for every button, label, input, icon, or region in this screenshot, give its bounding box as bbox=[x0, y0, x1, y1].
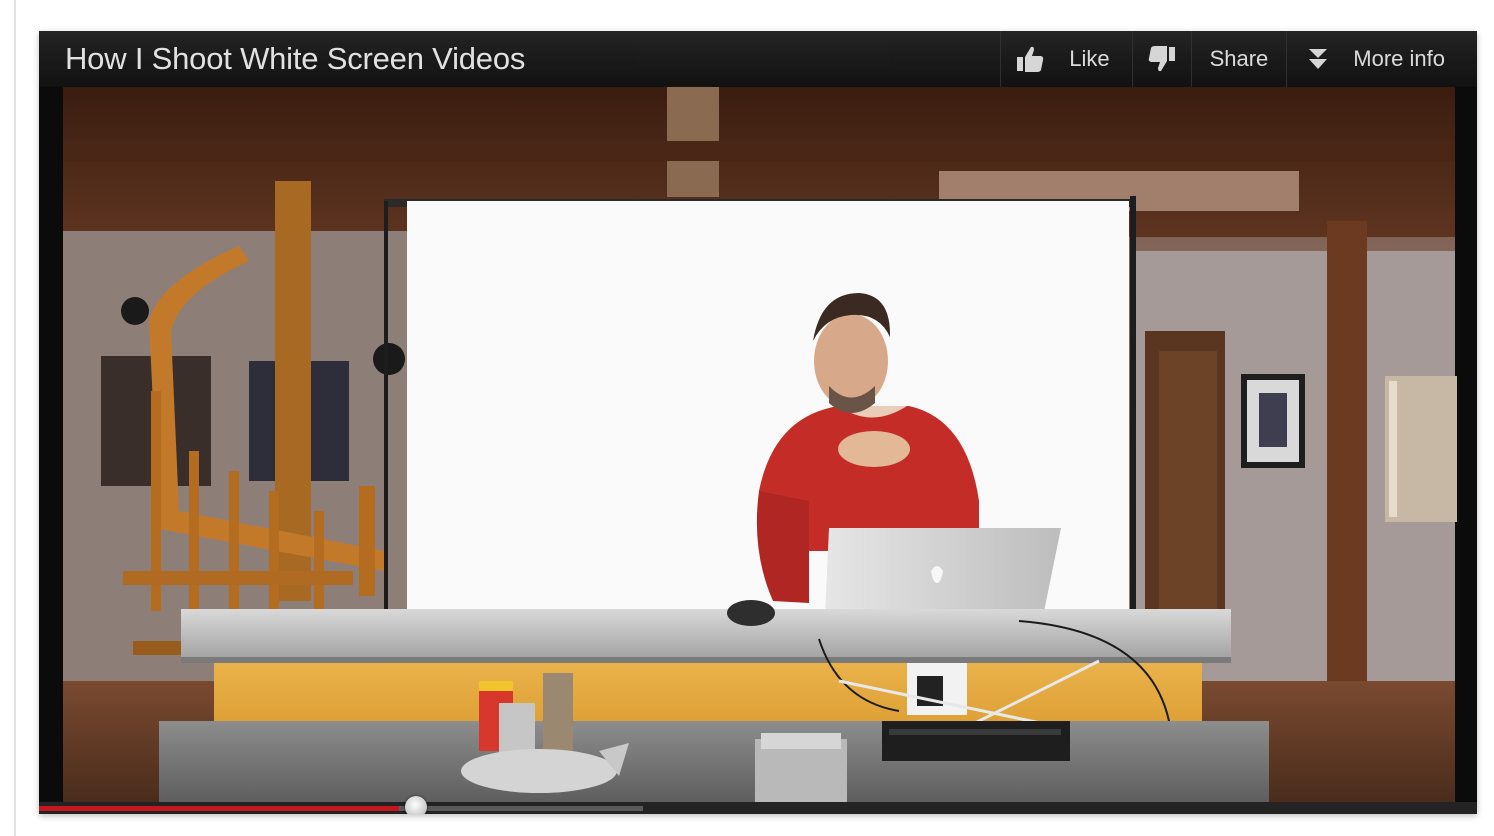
thumbs-down-icon bbox=[1147, 44, 1177, 74]
more-info-label: More info bbox=[1353, 46, 1445, 71]
player-title-bar: How I Shoot White Screen Videos Like Sha… bbox=[39, 31, 1477, 87]
double-chevron-down-icon bbox=[1307, 47, 1329, 71]
share-label: Share bbox=[1209, 46, 1269, 71]
player-actions: Like Share More info bbox=[1000, 31, 1477, 87]
dislike-button[interactable] bbox=[1131, 31, 1191, 87]
progress-scrubber-handle[interactable] bbox=[404, 796, 427, 814]
video-player[interactable]: How I Shoot White Screen Videos Like Sha… bbox=[39, 31, 1477, 814]
like-button[interactable]: Like bbox=[1000, 31, 1131, 87]
video-progress-bar[interactable] bbox=[39, 796, 1477, 814]
progress-played bbox=[39, 806, 399, 811]
more-info-button[interactable]: More info bbox=[1286, 31, 1477, 87]
share-button[interactable]: Share bbox=[1190, 31, 1287, 87]
video-frame[interactable] bbox=[39, 31, 1477, 814]
like-label: Like bbox=[1069, 46, 1110, 71]
thumbs-up-icon bbox=[1015, 44, 1045, 74]
page-left-border bbox=[14, 0, 16, 836]
video-title[interactable]: How I Shoot White Screen Videos bbox=[65, 40, 525, 78]
